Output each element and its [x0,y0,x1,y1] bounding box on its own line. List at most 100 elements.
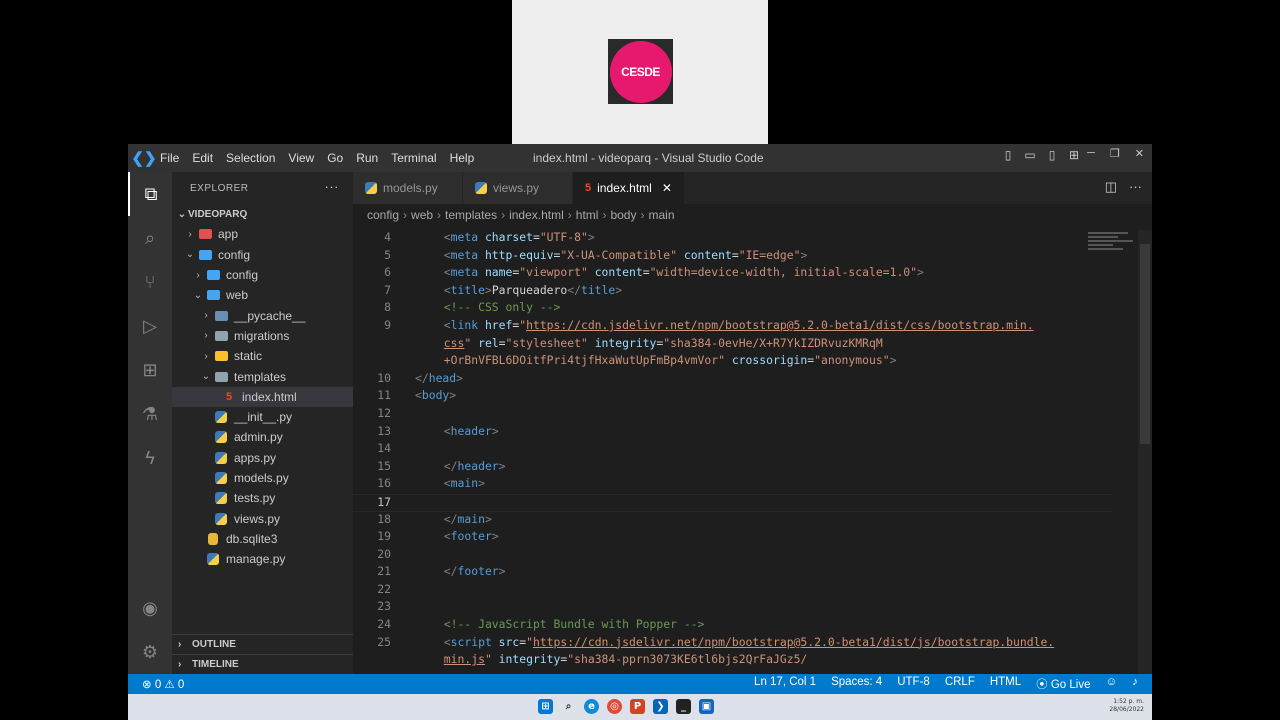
feedback-icon[interactable]: ☺ [1106,676,1118,692]
code-line[interactable]: 9 <link href="https://cdn.jsdelivr.net/np… [353,318,1113,336]
code-line[interactable]: 5 <meta http-equiv = "X-UA-Compatible" cont… [353,248,1113,266]
code-line[interactable]: 16 <main> [353,476,1113,494]
code-line[interactable]: +OrBnVFBL6DOitfPri4tjfHxaWutUpFmBp4vmVor… [353,353,1113,371]
toggle-secondary-sidebar-icon[interactable]: ▯ [1044,148,1060,162]
testing-icon[interactable]: ⚗ [128,392,172,436]
terminal-icon[interactable]: _ [676,699,691,714]
encoding[interactable]: UTF-8 [897,676,930,692]
close-tab-icon[interactable]: ✕ [662,181,672,195]
tree-item[interactable]: 5 index.html [172,386,353,407]
code-line[interactable]: 12 [353,406,1113,424]
code-line[interactable]: 13 <header> [353,424,1113,442]
extensions-icon[interactable]: ⊞ [128,348,172,392]
vertical-scrollbar[interactable] [1138,230,1152,674]
tree-item[interactable]: ⌄ web [172,285,353,305]
breadcrumb-item[interactable]: config [367,208,399,222]
tree-item[interactable]: __init__.py [172,407,353,427]
timeline-section[interactable]: › TIMELINE [172,654,353,674]
tree-item[interactable]: › __pycache__ [172,305,353,325]
toggle-sidebar-icon[interactable]: ▯ [1000,148,1016,162]
vscode-taskbar-icon[interactable]: ❯ [653,699,668,714]
code-line[interactable]: 21 </footer> [353,564,1113,582]
code-line[interactable]: min.js" integrity="sha384-pprn3073KE6tl6… [353,652,1113,670]
explorer-icon[interactable]: ⧉ [128,172,172,216]
code-line[interactable]: 20 [353,547,1113,565]
code-line[interactable]: 19 <footer> [353,529,1113,547]
tab-index-html[interactable]: 5 index.html ✕ [573,172,685,204]
scrollbar-thumb[interactable] [1140,244,1150,444]
code-line[interactable]: 10 </head> [353,371,1113,389]
settings-gear-icon[interactable]: ⚙ [128,630,172,674]
tab-models-py[interactable]: models.py [353,172,463,204]
breadcrumb-item[interactable]: body [610,208,636,222]
menu-run[interactable]: Run [356,151,378,165]
close-window-icon[interactable]: ✕ [1135,147,1144,160]
tree-item[interactable]: › app [172,224,353,244]
tree-item[interactable]: › config [172,265,353,285]
menu-selection[interactable]: Selection [226,151,275,165]
code-line[interactable]: 18 </main> [353,512,1113,530]
minimize-icon[interactable]: ─ [1087,147,1095,160]
code-line[interactable]: 17 [353,493,1113,512]
code-line[interactable]: 22 [353,582,1113,600]
notifications-bell-icon[interactable]: ♪ [1132,676,1138,692]
search-icon[interactable]: ⌕ [128,216,172,260]
more-actions-icon[interactable]: ··· [325,179,340,194]
code-line[interactable]: 6 <meta name="viewport" content="width=de… [353,265,1113,283]
code-line[interactable]: 14 [353,441,1113,459]
indentation[interactable]: Spaces: 4 [831,676,882,692]
code-line[interactable]: 23 [353,599,1113,617]
minimap[interactable] [1088,230,1138,270]
tree-item[interactable]: apps.py [172,448,353,468]
thunder-client-icon[interactable]: ϟ [128,436,172,480]
cursor-position[interactable]: Ln 17, Col 1 [754,676,816,692]
account-icon[interactable]: ◉ [128,586,172,630]
menu-terminal[interactable]: Terminal [391,151,436,165]
code-line[interactable]: css" rel="stylesheet" integrity="sha384-… [353,336,1113,354]
go-live-button[interactable]: ⦿ Go Live [1036,676,1090,692]
code-line[interactable]: 8 <!-- CSS only --> [353,300,1113,318]
breadcrumb-item[interactable]: html [576,208,599,222]
breadcrumb-item[interactable]: templates [445,208,497,222]
code-line[interactable]: 7 <title>Parqueadero</title> [353,283,1113,301]
menu-edit[interactable]: Edit [192,151,213,165]
breadcrumb-item[interactable]: index.html [509,208,564,222]
outline-section[interactable]: › OUTLINE [172,634,353,654]
tree-item[interactable]: models.py [172,468,353,488]
powerpoint-icon[interactable]: P [630,699,645,714]
taskbar-search-icon[interactable]: ⌕ [561,699,576,714]
run-debug-icon[interactable]: ▷ [128,304,172,348]
menu-go[interactable]: Go [327,151,343,165]
tab-views-py[interactable]: views.py [463,172,573,204]
menu-view[interactable]: View [288,151,314,165]
project-root[interactable]: ⌄ VIDEOPARQ [172,204,353,224]
tree-item[interactable]: db.sqlite3 [172,529,353,549]
tree-item[interactable]: › static [172,346,353,366]
chrome-browser-icon[interactable]: ◎ [607,699,622,714]
breadcrumb-item[interactable]: main [648,208,674,222]
restore-icon[interactable]: ❐ [1110,147,1120,160]
code-line[interactable]: 11 <body> [353,388,1113,406]
menu-help[interactable]: Help [450,151,475,165]
tree-item[interactable]: › migrations [172,326,353,346]
code-line[interactable]: 4 <meta charset="UTF-8"> [353,230,1113,248]
split-editor-icon[interactable]: ◫ [1105,179,1117,195]
code-line[interactable]: 15 </header> [353,459,1113,477]
code-line[interactable]: 24 <!-- JavaScript Bundle with Popper --> [353,617,1113,635]
problems-indicator[interactable]: ⊗ 0 ⚠ 0 [142,677,184,691]
app-taskbar-icon[interactable]: ▣ [699,699,714,714]
menu-file[interactable]: File [160,151,179,165]
tree-item[interactable]: tests.py [172,488,353,508]
more-actions-icon[interactable]: ··· [1129,179,1142,195]
tree-item[interactable]: manage.py [172,549,353,569]
tree-item[interactable]: admin.py [172,427,353,447]
windows-start-icon[interactable]: ⊞ [538,699,553,714]
toggle-panel-icon[interactable]: ▭ [1022,148,1038,162]
source-control-icon[interactable]: ⑂ [128,260,172,304]
tree-item[interactable]: ⌄ templates [172,366,353,386]
language-mode[interactable]: HTML [990,676,1021,692]
code-editor[interactable]: 4 <meta charset="UTF-8"> 5 <meta http-equiv… [353,230,1113,674]
tree-item[interactable]: views.py [172,508,353,528]
end-of-line[interactable]: CRLF [945,676,975,692]
code-line[interactable]: 25 <script src="https://cdn.jsdelivr.net/… [353,635,1113,653]
